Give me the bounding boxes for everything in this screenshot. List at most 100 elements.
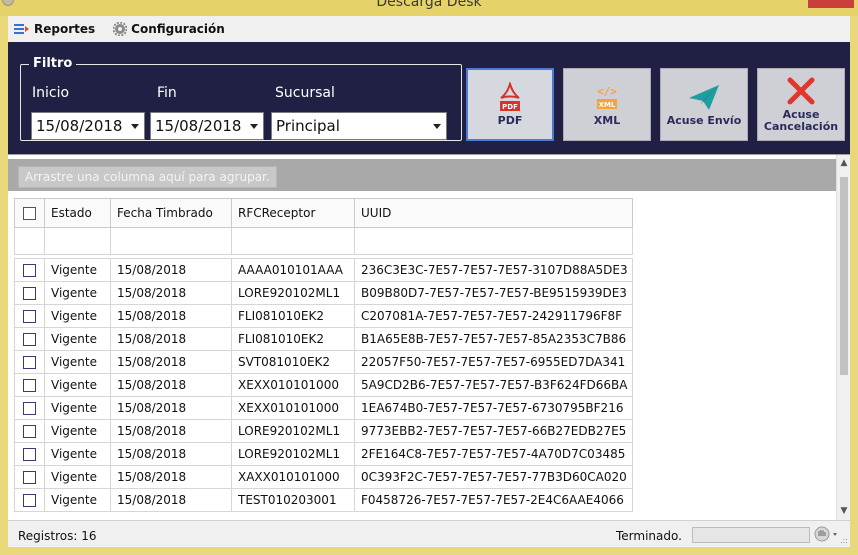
column-header-fecha-timbrado[interactable]: Fecha Timbrado	[110, 198, 232, 228]
row-checkbox-cell[interactable]	[14, 258, 45, 282]
status-text: Terminado.	[616, 529, 682, 543]
table-row[interactable]: Vigente 15/08/2018 XAXX010101000 0C393F2C-7…	[14, 465, 633, 489]
table-row[interactable]: Vigente 15/08/2018 LORE920102ML1 B09B80D7-7…	[14, 281, 633, 305]
row-checkbox[interactable]	[23, 425, 36, 438]
cell-estado: Vigente	[44, 465, 111, 489]
pdf-button[interactable]: PDF PDF	[466, 68, 554, 141]
row-checkbox-cell[interactable]	[14, 419, 45, 443]
row-checkbox-cell[interactable]	[14, 488, 45, 512]
cell-uuid: F0458726-7E57-7E57-7E57-2E4C6AAE4066	[354, 488, 633, 512]
filter-cell-rfc[interactable]	[231, 227, 355, 255]
pdf-file-icon: PDF	[500, 82, 520, 111]
table-row[interactable]: Vigente 15/08/2018 FLI081010EK2 C207081A-7E…	[14, 304, 633, 328]
cell-fecha-timbrado: 15/08/2018	[110, 281, 232, 305]
cell-estado: Vigente	[44, 350, 111, 374]
row-checkbox[interactable]	[23, 356, 36, 369]
filter-cell-estado[interactable]	[44, 227, 111, 255]
row-checkbox-cell[interactable]	[14, 281, 45, 305]
cell-rfc-receptor: TEST010203001	[231, 488, 355, 512]
menu-reportes-label: Reportes	[34, 22, 96, 36]
scroll-down-icon[interactable]: ▼	[840, 507, 848, 516]
window-close-button[interactable]	[808, 0, 854, 8]
menu-configuracion[interactable]: Configuración	[113, 22, 225, 36]
pdf-icon-text: PDF	[502, 103, 518, 111]
table-header-row: Estado Fecha Timbrado RFCReceptor UUID	[14, 198, 633, 228]
cell-estado: Vigente	[44, 304, 111, 328]
cell-rfc-receptor: AAAA010101AAA	[231, 258, 355, 282]
table-row[interactable]: Vigente 15/08/2018 XEXX010101000 1EA674B0-7…	[14, 396, 633, 420]
cell-fecha-timbrado: 15/08/2018	[110, 350, 232, 374]
table-row[interactable]: Vigente 15/08/2018 LORE920102ML1 9773EBB2-7…	[14, 419, 633, 443]
row-checkbox[interactable]	[23, 264, 36, 277]
cell-estado: Vigente	[44, 373, 111, 397]
cell-rfc-receptor: SVT081010EK2	[231, 350, 355, 374]
cell-rfc-receptor: FLI081010EK2	[231, 327, 355, 351]
group-panel[interactable]: Arrastre una columna aquí para agrupar.	[8, 159, 838, 191]
hand-icon[interactable]	[814, 526, 842, 542]
xml-file-icon: </> XML	[597, 85, 617, 109]
cell-estado: Vigente	[44, 419, 111, 443]
row-checkbox[interactable]	[23, 310, 36, 323]
row-checkbox-cell[interactable]	[14, 396, 45, 420]
sucursal-select[interactable]: Principal	[271, 112, 447, 140]
row-checkbox-cell[interactable]	[14, 304, 45, 328]
chevron-down-icon	[250, 124, 258, 129]
column-header-estado[interactable]: Estado	[44, 198, 111, 228]
row-checkbox[interactable]	[23, 448, 36, 461]
row-checkbox-cell[interactable]	[14, 442, 45, 466]
filter-cell-fecha[interactable]	[110, 227, 232, 255]
table-row[interactable]: Vigente 15/08/2018 XEXX010101000 5A9CD2B6-7…	[14, 373, 633, 397]
column-header-rfc-receptor[interactable]: RFCReceptor	[231, 198, 355, 228]
scroll-thumb[interactable]	[840, 177, 848, 375]
cell-uuid: 22057F50-7E57-7E57-7E57-6955ED7DA341	[354, 350, 633, 374]
fin-date-value: 15/08/2018	[155, 117, 242, 135]
status-bar: Registros: 16 Terminado. .::	[8, 520, 850, 547]
row-checkbox[interactable]	[23, 494, 36, 507]
select-all-header[interactable]	[14, 198, 45, 228]
vertical-scrollbar[interactable]: ▲ ▼	[836, 155, 850, 521]
row-checkbox[interactable]	[23, 379, 36, 392]
table-row[interactable]: Vigente 15/08/2018 SVT081010EK2 22057F50-7E…	[14, 350, 633, 374]
row-checkbox[interactable]	[23, 471, 36, 484]
table-row[interactable]: Vigente 15/08/2018 LORE920102ML1 2FE164C8-7…	[14, 442, 633, 466]
cancel-x-icon	[787, 77, 815, 105]
row-checkbox-cell[interactable]	[14, 327, 45, 351]
results-table: Estado Fecha Timbrado RFCReceptor UUID V…	[14, 198, 633, 512]
svg-text:</>: </>	[597, 85, 617, 98]
resize-grip-icon[interactable]: .::	[840, 536, 848, 545]
table-row[interactable]: Vigente 15/08/2018 AAAA010101AAA 236C3E3C-7…	[14, 258, 633, 282]
filter-row	[14, 227, 633, 255]
cell-rfc-receptor: LORE920102ML1	[231, 281, 355, 305]
inicio-date-picker[interactable]: 15/08/2018	[31, 112, 145, 140]
menu-reportes[interactable]: Reportes	[14, 22, 95, 36]
cell-fecha-timbrado: 15/08/2018	[110, 396, 232, 420]
cell-rfc-receptor: XEXX010101000	[231, 373, 355, 397]
menu-bar: Reportes Configuración	[8, 16, 850, 42]
row-checkbox-cell[interactable]	[14, 373, 45, 397]
row-checkbox[interactable]	[23, 287, 36, 300]
cell-estado: Vigente	[44, 281, 111, 305]
row-checkbox[interactable]	[23, 402, 36, 415]
table-row[interactable]: Vigente 15/08/2018 FLI081010EK2 B1A65E8B-7E…	[14, 327, 633, 351]
row-checkbox-cell[interactable]	[14, 465, 45, 489]
acuse-cancelacion-button[interactable]: Acuse Cancelación	[757, 68, 845, 141]
filter-cell-uuid[interactable]	[354, 227, 633, 255]
xml-icon-text: XML	[599, 101, 616, 109]
chevron-down-icon	[433, 124, 441, 129]
cell-uuid: 2FE164C8-7E57-7E57-7E57-4A70D7C03485	[354, 442, 633, 466]
paper-plane-icon	[689, 85, 719, 110]
row-checkbox[interactable]	[23, 333, 36, 346]
group-hint: Arrastre una columna aquí para agrupar.	[18, 166, 277, 188]
table-row[interactable]: Vigente 15/08/2018 TEST010203001 F0458726-7…	[14, 488, 633, 512]
filtro-legend: Filtro	[29, 56, 77, 71]
scroll-up-icon[interactable]: ▲	[840, 159, 848, 168]
acuse-envio-label: Acuse Envío	[666, 114, 742, 127]
fin-date-picker[interactable]: 15/08/2018	[150, 112, 264, 140]
xml-button[interactable]: </> XML XML	[563, 68, 651, 141]
inicio-date-value: 15/08/2018	[36, 117, 123, 135]
row-checkbox-cell[interactable]	[14, 350, 45, 374]
select-all-checkbox[interactable]	[23, 207, 36, 220]
cell-estado: Vigente	[44, 488, 111, 512]
column-header-uuid[interactable]: UUID	[354, 198, 633, 228]
acuse-envio-button[interactable]: Acuse Envío	[660, 68, 748, 141]
